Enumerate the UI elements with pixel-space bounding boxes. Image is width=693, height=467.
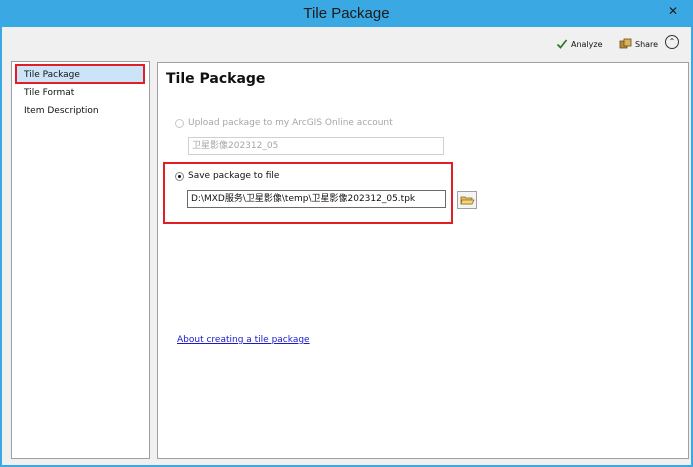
folder-open-icon (460, 196, 475, 205)
about-tile-package-link[interactable]: About creating a tile package (177, 335, 310, 345)
save-option-label: Save package to file (188, 171, 280, 181)
share-button[interactable]: Share (619, 37, 658, 51)
dialog-client-area: Analyze Share ⌃ Tile Package Tile Format… (2, 27, 691, 465)
sidebar-item-item-description[interactable]: Item Description (24, 106, 99, 116)
save-to-file-radio[interactable] (175, 172, 184, 181)
analyze-button[interactable]: Analyze (556, 37, 603, 51)
analyze-label: Analyze (571, 39, 603, 49)
title-bar: Tile Package ✕ (0, 0, 693, 27)
upload-option-label: Upload package to my ArcGIS Online accou… (188, 118, 393, 128)
sidebar-item-tile-format[interactable]: Tile Format (24, 88, 74, 98)
upload-radio[interactable] (175, 119, 184, 128)
browse-button[interactable] (457, 191, 477, 209)
sidebar: Tile Package Tile Format Item Descriptio… (11, 61, 150, 459)
main-panel: Tile Package Upload package to my ArcGIS… (157, 62, 689, 459)
toolbar: Analyze Share ⌃ (2, 27, 691, 57)
sidebar-item-tile-package[interactable]: Tile Package (24, 70, 80, 80)
save-path-field[interactable]: D:\MXD服务\卫星影像\temp\卫星影像202312_05.tpk (187, 190, 446, 208)
share-package-icon (619, 38, 632, 49)
close-icon[interactable]: ✕ (663, 2, 683, 20)
collapse-icon[interactable]: ⌃ (665, 35, 679, 49)
page-title: Tile Package (166, 71, 266, 87)
window-title: Tile Package (303, 5, 390, 22)
upload-name-field[interactable]: 卫星影像202312_05 (188, 137, 444, 155)
checkmark-icon (556, 39, 568, 49)
share-label: Share (635, 39, 659, 49)
